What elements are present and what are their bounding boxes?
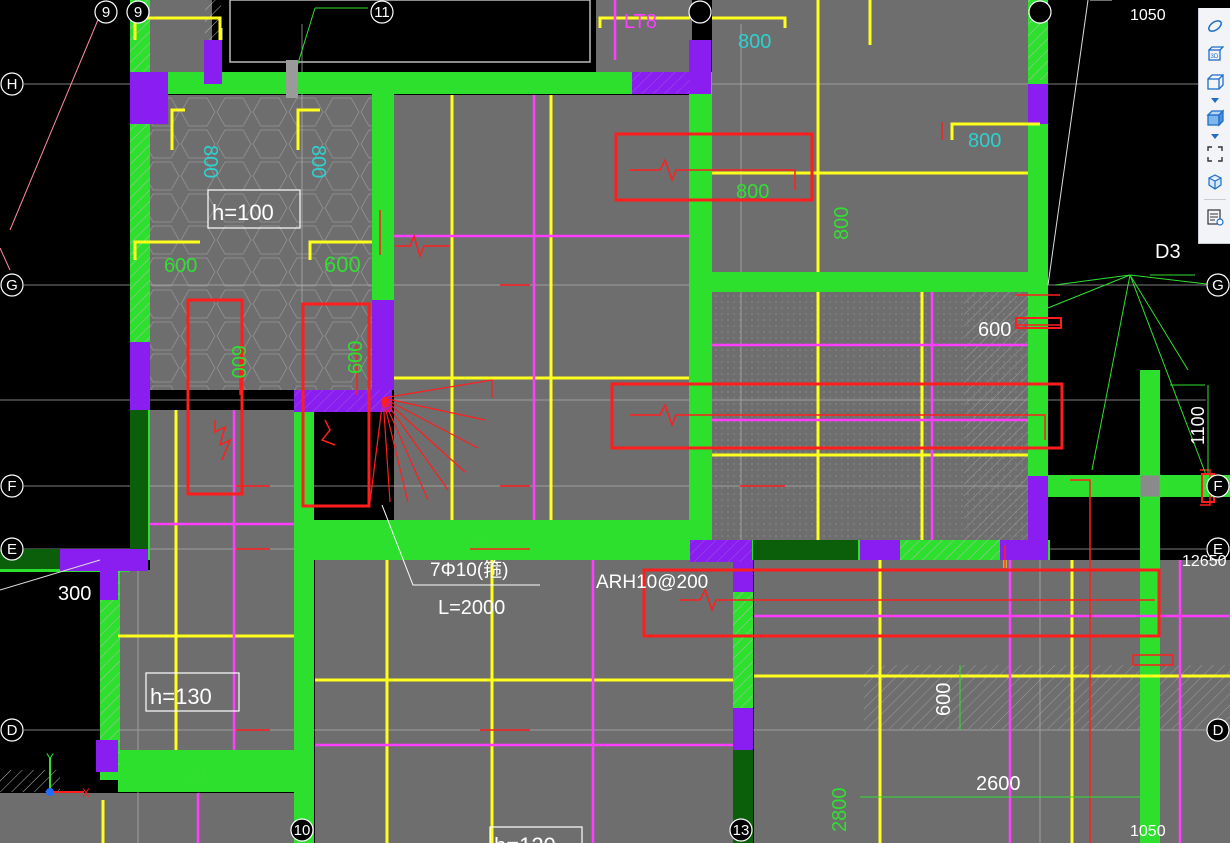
zoom-extents-icon[interactable] <box>1203 142 1227 166</box>
dim-800-b: 800 <box>736 181 769 203</box>
orbit-icon[interactable] <box>1203 14 1227 38</box>
axis-left-e: E <box>7 541 17 558</box>
axis-right-d: D <box>1213 722 1224 739</box>
dim-2600: 2600 <box>976 773 1021 795</box>
cad-drawing-canvas[interactable]: 9 9 11 H G F E D G F E D 10 13 h=100 h=1… <box>0 0 1230 843</box>
dim-600-a: 600 <box>164 255 197 277</box>
rebar-note: 7Φ10(箍) <box>430 559 509 581</box>
ucs-y-label: Y <box>46 751 54 765</box>
dim-600-c: 600 <box>978 319 1011 341</box>
dim-1100: 1100 <box>1188 406 1208 445</box>
shade-dropdown-caret-icon[interactable] <box>1203 132 1227 140</box>
slab-bottom-left <box>0 793 295 843</box>
view-toolbar: 3D <box>1198 8 1230 244</box>
elev-1050-bottom: 1050 <box>1130 823 1166 840</box>
tag-al-b: AL <box>188 765 212 787</box>
elev-12650: 12650 <box>1182 553 1227 570</box>
dim-600-b: 600 <box>324 252 361 277</box>
axis-top-9b: 9 <box>134 4 142 21</box>
slab-upper-middle <box>394 95 689 520</box>
axis-left-h: H <box>7 76 18 93</box>
dim-800-d: 800 <box>831 207 853 240</box>
dim-300: 300 <box>58 583 91 605</box>
slab-thickness-h120: h=120 <box>494 833 556 843</box>
dim-600-f: 600 <box>345 341 367 374</box>
box-icon[interactable] <box>1203 70 1227 94</box>
ucs-x-label: X <box>82 786 90 800</box>
view-3d-icon[interactable]: 3D <box>1203 42 1227 66</box>
axis-bottom-10: 10 <box>294 822 311 839</box>
slab-thickness-h130: h=130 <box>150 684 212 709</box>
elev-1050-top: 1050 <box>1130 7 1166 24</box>
axis-left-f: F <box>7 478 16 495</box>
axis-right-g: G <box>1212 277 1224 294</box>
axis-top-9a: 9 <box>102 4 110 21</box>
properties-icon[interactable] <box>1203 205 1227 229</box>
tag-lt8: LT8 <box>624 11 657 33</box>
slab-top-left-strip <box>150 0 212 72</box>
slab-thickness-h100: h=100 <box>212 200 274 225</box>
toolbar-separator <box>1203 199 1226 200</box>
axis-left-d: D <box>7 722 18 739</box>
rebar-length: L=2000 <box>438 597 505 619</box>
tag-d3: D3 <box>1155 241 1181 263</box>
rebar-arh: ARH10@200 <box>596 572 708 593</box>
slab-bottom-center <box>315 560 733 843</box>
axis-right-f: F <box>1213 478 1222 495</box>
dim-800-a: 800 <box>738 31 771 53</box>
dim-600-e: 600 <box>933 683 955 716</box>
dim-800-f: 800 <box>307 145 329 178</box>
shaded-box-icon[interactable] <box>1203 106 1227 130</box>
dim-2800: 2800 <box>829 788 851 833</box>
dim-800-e: 800 <box>199 145 221 178</box>
slab-left-lower <box>118 570 296 750</box>
slab-top-void <box>229 0 591 63</box>
axis-left-g: G <box>6 277 18 294</box>
box-dropdown-caret-icon[interactable] <box>1203 96 1227 104</box>
tag-al-a: AL <box>470 531 494 553</box>
axis-top-11: 11 <box>374 4 390 21</box>
dim-600-d: 600 <box>227 345 249 378</box>
axis-bottom-13: 13 <box>733 822 750 839</box>
iso-cube-icon[interactable] <box>1203 170 1227 194</box>
svg-text:3D: 3D <box>1210 54 1218 60</box>
dim-800-c: 800 <box>968 130 1001 152</box>
